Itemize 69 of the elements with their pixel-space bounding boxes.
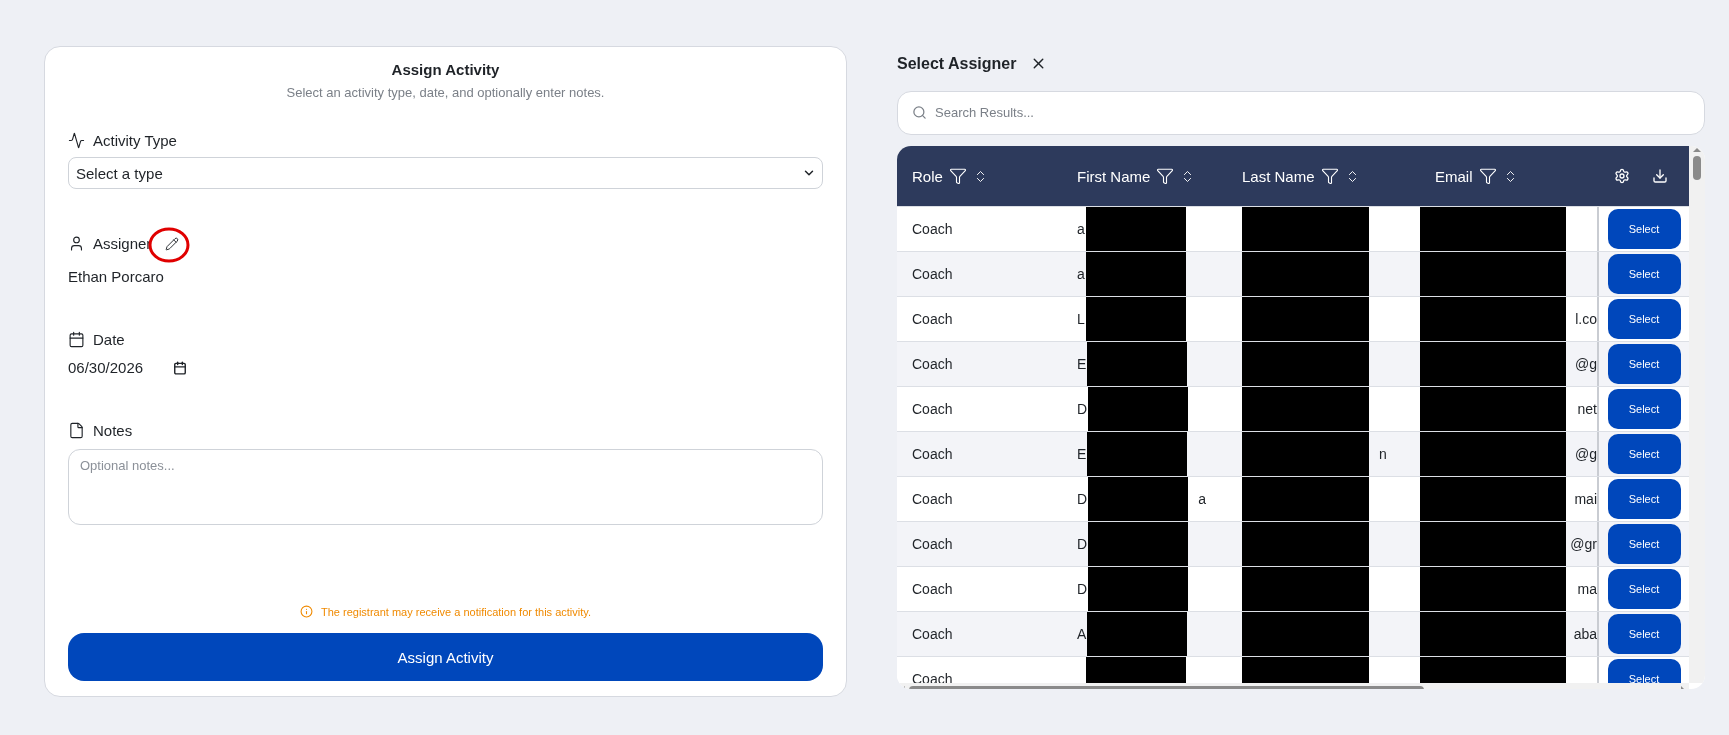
table-cell: Coach <box>912 266 953 283</box>
search-field[interactable]: Search Results... <box>897 90 1705 136</box>
table-cell: Coach <box>912 311 953 328</box>
table-cell: n <box>1379 446 1387 463</box>
select-button[interactable]: Select <box>1607 659 1681 684</box>
table-cell: Coach <box>912 401 953 418</box>
assigner-name: Ethan Porcaro <box>68 268 164 285</box>
select-button[interactable]: Select <box>1607 254 1681 295</box>
filter-icon[interactable] <box>1320 167 1339 186</box>
calendar-icon[interactable] <box>173 360 188 375</box>
filter-icon[interactable] <box>948 167 967 186</box>
table-cell: a <box>1077 266 1085 283</box>
table-cell: D <box>1077 491 1088 508</box>
select-button[interactable]: Select <box>1607 614 1681 655</box>
filter-icon[interactable] <box>1478 167 1497 186</box>
select-button[interactable]: Select <box>1607 434 1681 475</box>
table-cell: l.co <box>1575 311 1597 328</box>
table-cell: mai <box>1574 491 1597 508</box>
field-label: Assigner <box>93 235 152 252</box>
field-label: Notes <box>93 422 133 439</box>
select-button[interactable]: Select <box>1607 344 1681 385</box>
select-button[interactable]: Select <box>1607 569 1681 610</box>
column-header[interactable]: First Name <box>1077 167 1151 185</box>
download-icon[interactable] <box>1652 168 1668 185</box>
table-cell: E <box>1077 446 1087 463</box>
column-header[interactable]: Email <box>1435 167 1473 185</box>
info-icon <box>300 605 313 618</box>
table-cell: Coach <box>912 626 953 643</box>
table-cell: D <box>1077 581 1088 598</box>
edit-icon[interactable] <box>165 236 180 251</box>
table-cell: E <box>1077 356 1087 373</box>
settings-icon[interactable] <box>1614 168 1630 185</box>
table-cell: @g <box>1575 446 1597 463</box>
column-header[interactable]: Last Name <box>1242 167 1315 185</box>
field-label: Date <box>93 331 125 348</box>
table-cell: aba <box>1573 626 1597 643</box>
card-subtitle: Select an activity type, date, and optionally enter notes. <box>285 85 606 100</box>
table-cell: L <box>1077 311 1085 328</box>
table-cell: Coach <box>912 491 953 508</box>
table-cell: Coach <box>912 581 953 598</box>
field-label: Activity Type <box>93 132 177 149</box>
table-cell: @gr <box>1570 536 1597 553</box>
select-button[interactable]: Select <box>1607 524 1681 565</box>
table-cell: A <box>1077 626 1087 643</box>
table-cell: a <box>1198 491 1206 508</box>
table-cell: Coach <box>912 356 953 373</box>
table-cell: D <box>1077 401 1088 418</box>
table-cell: ma <box>1577 581 1597 598</box>
assign-activity-button[interactable]: Assign Activity <box>68 633 823 681</box>
table-cell: Coach <box>912 446 953 463</box>
select-button[interactable]: Select <box>1607 299 1681 340</box>
select-button[interactable]: Select <box>1607 209 1681 250</box>
activity-type-select[interactable]: Select a type <box>68 157 823 189</box>
table-cell: @g <box>1575 356 1597 373</box>
panel-title: Select Assigner <box>897 54 1017 73</box>
date-field[interactable]: 06/30/2026 <box>68 359 144 376</box>
select-button[interactable]: Select <box>1607 479 1681 520</box>
table-cell: D <box>1077 536 1088 553</box>
card-title: Assign Activity <box>390 61 501 78</box>
notice-text: The registrant may receive a notification for this activity. <box>321 605 591 618</box>
column-header[interactable]: Role <box>912 167 943 185</box>
search-icon <box>912 105 927 121</box>
table-cell: a <box>1077 221 1085 238</box>
vertical-scrollbar[interactable] <box>1689 146 1705 684</box>
table-cell: net <box>1577 401 1597 418</box>
filter-icon[interactable] <box>1156 167 1175 186</box>
select-button[interactable]: Select <box>1607 389 1681 430</box>
table-cell: Coach <box>912 221 953 238</box>
table-cell: Coach <box>912 536 953 553</box>
